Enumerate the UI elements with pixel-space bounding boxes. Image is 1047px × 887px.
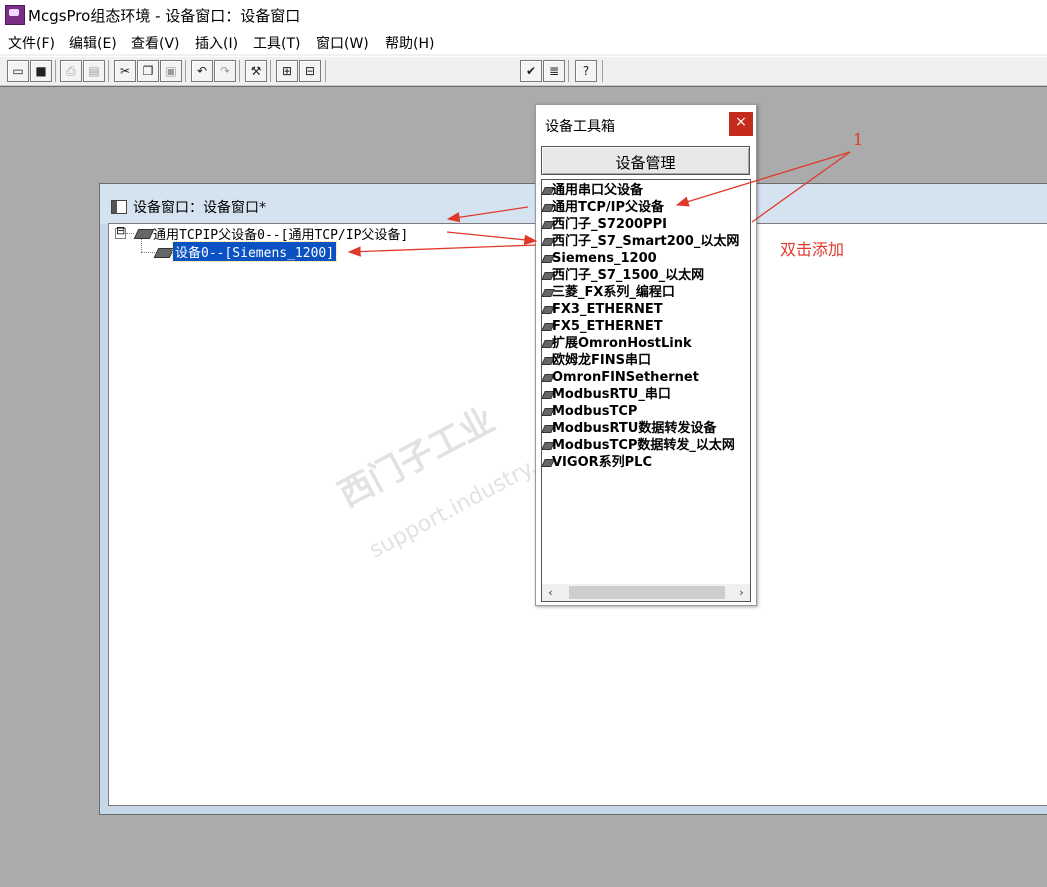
tree-node-child[interactable]: 设备0--[Siemens_1200] xyxy=(171,241,338,262)
copy-icon[interactable]: ❐ xyxy=(137,60,159,82)
save-icon[interactable]: ■ xyxy=(30,60,52,82)
device-list-item-label: ModbusRTU数据转发设备 xyxy=(552,421,717,436)
menu-view[interactable]: 查看(V) xyxy=(131,33,180,53)
toolbar: ▭ ■ ⎙ ▤ ✂ ❐ ▣ ↶ ↷ ⚒ ⊞ ⊟ ✔ ≣ ? xyxy=(0,56,1047,86)
device-list-item-label: FX5_ETHERNET xyxy=(552,319,663,334)
cut-icon[interactable]: ✂ xyxy=(114,60,136,82)
device-list-item-label: 三菱_FX系列_编程口 xyxy=(552,285,675,300)
window-title: McgsPro组态环境 - 设备窗口：设备窗口 xyxy=(28,7,301,25)
scroll-right-icon[interactable]: › xyxy=(733,584,750,601)
tree-expand-icon[interactable]: ⊞ xyxy=(276,60,298,82)
device-list-item-label: 西门子_S7_1500_以太网 xyxy=(552,268,705,283)
device-list-item-label: OmronFINSethernet xyxy=(552,370,699,385)
title-bar: McgsPro组态环境 - 设备窗口：设备窗口 xyxy=(0,0,1047,30)
device-list-item-label: 扩展OmronHostLink xyxy=(552,336,692,351)
device-list-item-label: 通用串口父设备 xyxy=(552,183,644,198)
device-list-item-label: ModbusTCP xyxy=(552,404,638,419)
redo-icon[interactable]: ↷ xyxy=(214,60,236,82)
annotation-hint: 双击添加 xyxy=(780,240,845,259)
print-icon[interactable]: ⎙ xyxy=(60,60,82,82)
menu-help[interactable]: 帮助(H) xyxy=(385,33,434,53)
tools-icon[interactable]: ⚒ xyxy=(245,60,267,82)
close-button[interactable]: × xyxy=(729,112,753,136)
check-icon[interactable]: ✔ xyxy=(520,60,542,82)
device-list-item-label: VIGOR系列PLC xyxy=(552,455,652,470)
print-preview-icon[interactable]: ▤ xyxy=(83,60,105,82)
scroll-thumb[interactable] xyxy=(569,586,725,599)
device-list[interactable]: 通用串口父设备通用TCP/IP父设备 西门子_S7200PPI 西门子_S7_Sma… xyxy=(541,179,751,602)
list-icon[interactable]: ≣ xyxy=(543,60,565,82)
menu-tools[interactable]: 工具(T) xyxy=(253,33,300,53)
window-icon xyxy=(111,200,127,214)
device-window-title: 设备窗口：设备窗口* xyxy=(133,200,266,216)
new-window-icon[interactable]: ▭ xyxy=(7,60,29,82)
app-icon xyxy=(5,5,25,25)
device-list-item-label: 西门子_S7200PPI xyxy=(552,217,667,232)
tree-node-parent[interactable]: 通用TCPIP父设备0--[通用TCP/IP父设备] xyxy=(153,224,408,243)
menu-file[interactable]: 文件(F) xyxy=(8,33,55,53)
paste-icon[interactable]: ▣ xyxy=(160,60,182,82)
device-list-item-label: FX3_ETHERNET xyxy=(552,302,663,317)
device-list-item-label: 欧姆龙FINS串口 xyxy=(552,353,651,368)
menu-insert[interactable]: 插入(I) xyxy=(195,33,238,53)
close-icon: × xyxy=(735,114,747,130)
device-list-item-label: ModbusTCP数据转发_以太网 xyxy=(552,438,735,453)
tree-collapse-toggle[interactable]: ⊟ xyxy=(115,224,126,239)
scroll-left-icon[interactable]: ‹ xyxy=(542,584,559,601)
help-icon[interactable]: ? xyxy=(575,60,597,82)
menu-edit[interactable]: 编辑(E) xyxy=(69,33,117,53)
toolbox-title: 设备工具箱 xyxy=(545,119,615,135)
device-list-item-label: 通用TCP/IP父设备 xyxy=(552,200,665,215)
tree-collapse-icon[interactable]: ⊟ xyxy=(299,60,321,82)
horizontal-scrollbar[interactable]: ‹ › xyxy=(542,584,750,601)
device-chip-icon xyxy=(133,229,155,239)
device-list-item-label: Siemens_1200 xyxy=(552,251,657,266)
device-list-item-label: ModbusRTU_串口 xyxy=(552,387,671,402)
undo-icon[interactable]: ↶ xyxy=(191,60,213,82)
device-chip-icon xyxy=(153,248,175,258)
device-manage-button[interactable]: 设备管理 xyxy=(541,146,750,175)
device-toolbox: 设备工具箱 × 设备管理 通用串口父设备通用TCP/IP父设备 西门子_S7200… xyxy=(535,104,757,606)
annotation-number: 1 xyxy=(853,130,864,149)
menu-bar: 文件(F) 编辑(E) 查看(V) 插入(I) 工具(T) 窗口(W) 帮助(H… xyxy=(0,30,1047,54)
device-list-item-label: 西门子_S7_Smart200_以太网 xyxy=(552,234,740,249)
menu-window[interactable]: 窗口(W) xyxy=(316,33,369,53)
